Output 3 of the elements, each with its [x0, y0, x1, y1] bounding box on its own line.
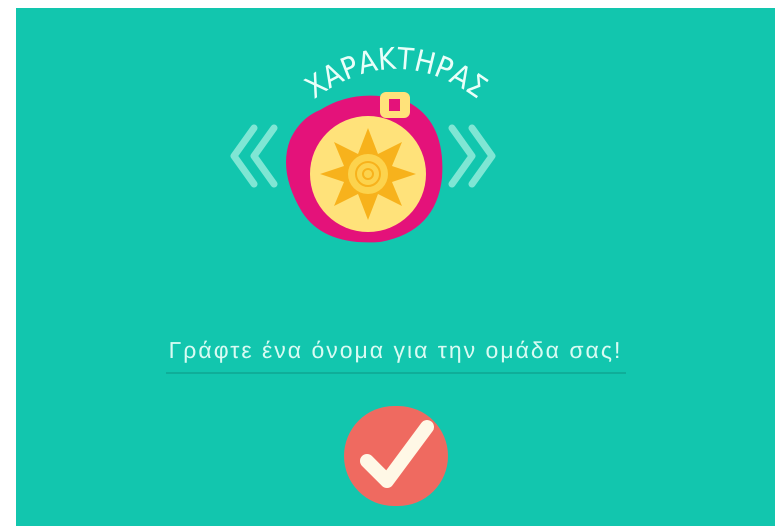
team-name-field[interactable]: Γράφτε ένα όνομα για την ομάδα σας! — [166, 333, 626, 374]
right-arrow-icon[interactable] — [446, 124, 498, 188]
left-arrow-icon[interactable] — [228, 124, 280, 188]
